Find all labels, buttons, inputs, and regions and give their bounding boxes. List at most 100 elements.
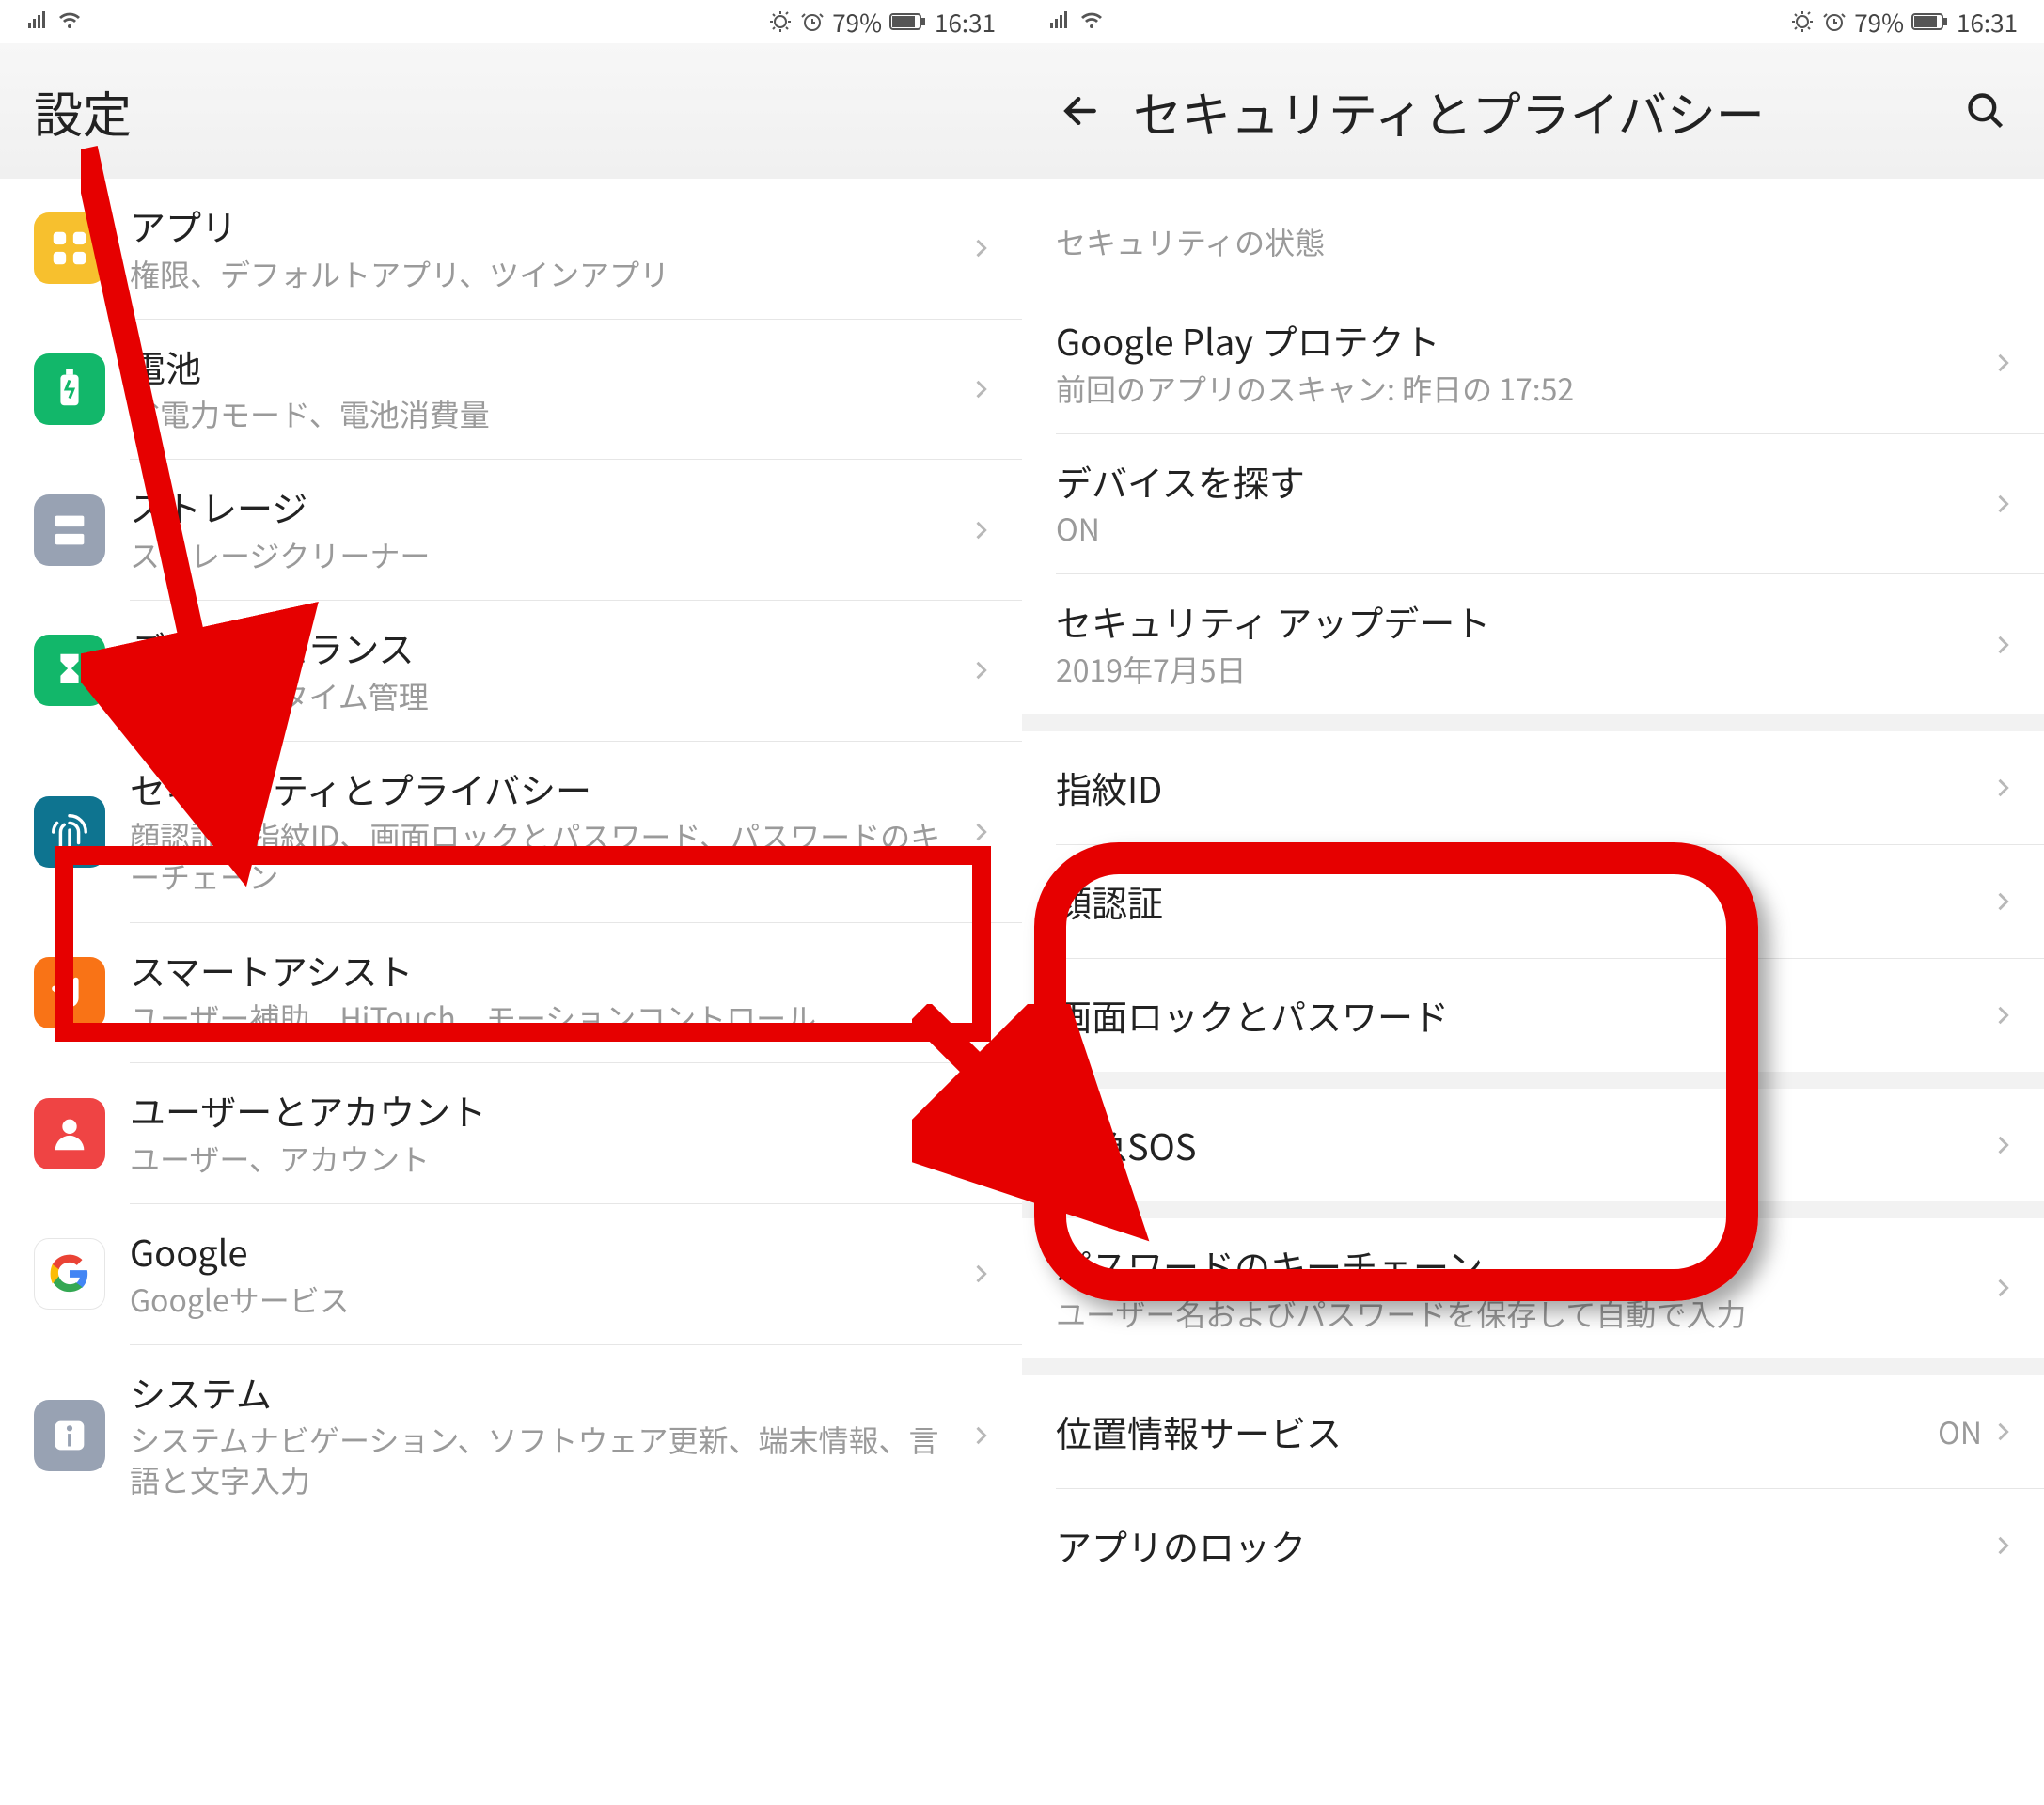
alarm-icon — [1822, 9, 1847, 34]
row-sub: 2019年7月5日 — [1056, 650, 1989, 690]
row-emergency-sos[interactable]: 緊急SOS — [1022, 1089, 2044, 1201]
row-security-update[interactable]: セキュリティ アップデート 2019年7月5日 — [1022, 574, 2044, 714]
settings-list: アプリ権限、デフォルトアプリ、ツインアプリ 電池省電力モード、電池消費量 ストレ… — [0, 179, 1022, 1526]
page-title: セキュリティとプライバシー — [1133, 76, 1946, 147]
clock: 16:31 — [935, 5, 996, 39]
row-title: スマートアシスト — [130, 948, 967, 993]
chevron-right-icon — [967, 235, 994, 261]
chevron-right-icon — [1989, 775, 2016, 801]
row-sub: ユーザー補助、HiTouch、モーションコントロール — [130, 997, 967, 1038]
row-google[interactable]: Google Googleサービス — [0, 1204, 1022, 1344]
alarm-icon — [800, 9, 825, 34]
chevron-right-icon — [1989, 1275, 2016, 1301]
row-location-service[interactable]: 位置情報サービス ON — [1022, 1375, 2044, 1488]
row-sub: システムナビゲーション、ソフトウェア更新、端末情報、言語と文字入力 — [130, 1420, 967, 1500]
wifi-icon — [1078, 5, 1105, 39]
row-title: Google — [130, 1229, 967, 1274]
battery-icon — [34, 353, 105, 425]
row-sub: 権限、デフォルトアプリ、ツインアプリ — [130, 254, 967, 294]
row-title: システム — [130, 1370, 967, 1415]
row-title: ストレージ — [130, 484, 967, 529]
row-sub: 省電力モード、電池消費量 — [130, 394, 967, 434]
row-battery[interactable]: 電池省電力モード、電池消費量 — [0, 320, 1022, 460]
row-title: デジタルバランス — [130, 625, 967, 670]
row-sub: スクリーンタイム管理 — [130, 676, 967, 716]
row-sub: ユーザー、アカウント — [130, 1138, 967, 1179]
eye-care-icon — [1790, 9, 1815, 34]
hand-icon — [34, 957, 105, 1028]
row-sub: ユーザー名およびパスワードを保存して自動で入力 — [1056, 1294, 1989, 1334]
chevron-right-icon — [967, 1261, 994, 1287]
chevron-right-icon — [1989, 1532, 2016, 1559]
row-system[interactable]: システムシステムナビゲーション、ソフトウェア更新、端末情報、言語と文字入力 — [0, 1345, 1022, 1526]
hourglass-icon — [34, 635, 105, 706]
back-button[interactable] — [1056, 86, 1105, 135]
row-security-privacy[interactable]: セキュリティとプライバシー顔認証、指紋ID、画面ロックとパスワード、パスワードの… — [0, 742, 1022, 922]
row-sub: ストレージクリーナー — [130, 535, 967, 575]
chevron-right-icon — [967, 376, 994, 402]
row-smart-assist[interactable]: スマートアシストユーザー補助、HiTouch、モーションコントロール — [0, 923, 1022, 1063]
row-sub: Googleサービス — [130, 1279, 967, 1320]
signal-icon — [26, 5, 49, 39]
row-find-device[interactable]: デバイスを探す ON — [1022, 434, 2044, 574]
row-password-keychain[interactable]: パスワードのキーチェーンユーザー名およびパスワードを保存して自動で入力 — [1022, 1218, 2044, 1358]
row-apps[interactable]: アプリ権限、デフォルトアプリ、ツインアプリ — [0, 179, 1022, 319]
row-title: デバイスを探す — [1056, 459, 1989, 504]
battery-percent: 79% — [832, 5, 882, 39]
chevron-right-icon — [967, 1121, 994, 1147]
row-title: 顔認証 — [1056, 879, 1989, 924]
apps-icon — [34, 212, 105, 284]
status-bar: 79% 16:31 — [1022, 0, 2044, 43]
row-title: 位置情報サービス — [1056, 1409, 1938, 1454]
chevron-right-icon — [967, 1422, 994, 1449]
chevron-right-icon — [1989, 1419, 2016, 1445]
row-fingerprint-id[interactable]: 指紋ID — [1022, 731, 2044, 844]
row-title: ユーザーとアカウント — [130, 1088, 967, 1133]
page-title: 設定 — [34, 76, 988, 147]
row-app-lock[interactable]: アプリのロック — [1022, 1489, 2044, 1602]
status-bar: 79% 16:31 — [0, 0, 1022, 43]
chevron-right-icon — [1989, 350, 2016, 376]
chevron-right-icon — [967, 517, 994, 543]
chevron-right-icon — [1989, 632, 2016, 658]
chevron-right-icon — [1989, 888, 2016, 915]
chevron-right-icon — [1989, 1132, 2016, 1158]
row-play-protect[interactable]: Google Play プロテクト前回のアプリのスキャン: 昨日の 17:52 — [1022, 293, 2044, 433]
row-title: セキュリティ アップデート — [1056, 599, 1989, 644]
info-icon — [34, 1400, 105, 1471]
row-title: アプリ — [130, 203, 967, 248]
security-privacy-screen: 79% 16:31 セキュリティとプライバシー セキュリティの状態 Google… — [1022, 0, 2044, 1805]
google-icon — [34, 1238, 105, 1310]
row-title: 指紋ID — [1056, 765, 1989, 810]
wifi-icon — [56, 5, 83, 39]
battery-icon — [1911, 12, 1949, 31]
chevron-right-icon — [1989, 491, 2016, 517]
clock: 16:31 — [1957, 5, 2018, 39]
battery-icon — [889, 12, 927, 31]
row-title: Google Play プロテクト — [1056, 318, 1989, 363]
row-digital-balance[interactable]: デジタルバランススクリーンタイム管理 — [0, 601, 1022, 741]
row-title: 画面ロックとパスワード — [1056, 993, 1989, 1038]
row-sub: ON — [1056, 509, 1989, 549]
row-users-accounts[interactable]: ユーザーとアカウントユーザー、アカウント — [0, 1063, 1022, 1203]
row-screen-lock[interactable]: 画面ロックとパスワード — [1022, 959, 2044, 1072]
row-title: 電池 — [130, 344, 967, 389]
security-list: セキュリティの状態 Google Play プロテクト前回のアプリのスキャン: … — [1022, 179, 2044, 1602]
settings-header: 設定 — [0, 43, 1022, 179]
battery-percent: 79% — [1854, 5, 1904, 39]
row-title: セキュリティとプライバシー — [130, 766, 967, 811]
eye-care-icon — [768, 9, 793, 34]
signal-icon — [1048, 5, 1071, 39]
row-face-recognition[interactable]: 顔認証 — [1022, 845, 2044, 958]
row-sub: 前回のアプリのスキャン: 昨日の 17:52 — [1056, 369, 1989, 409]
row-title: パスワードのキーチェーン — [1056, 1243, 1989, 1288]
row-storage[interactable]: ストレージストレージクリーナー — [0, 460, 1022, 600]
fingerprint-icon — [34, 796, 105, 868]
row-title: アプリのロック — [1056, 1523, 1989, 1568]
user-icon — [34, 1098, 105, 1169]
search-button[interactable] — [1961, 86, 2010, 135]
settings-screen: 79% 16:31 設定 アプリ権限、デフォルトアプリ、ツインアプリ 電池省電力… — [0, 0, 1022, 1805]
row-value: ON — [1938, 1410, 1982, 1453]
chevron-right-icon — [967, 980, 994, 1006]
chevron-right-icon — [967, 657, 994, 683]
